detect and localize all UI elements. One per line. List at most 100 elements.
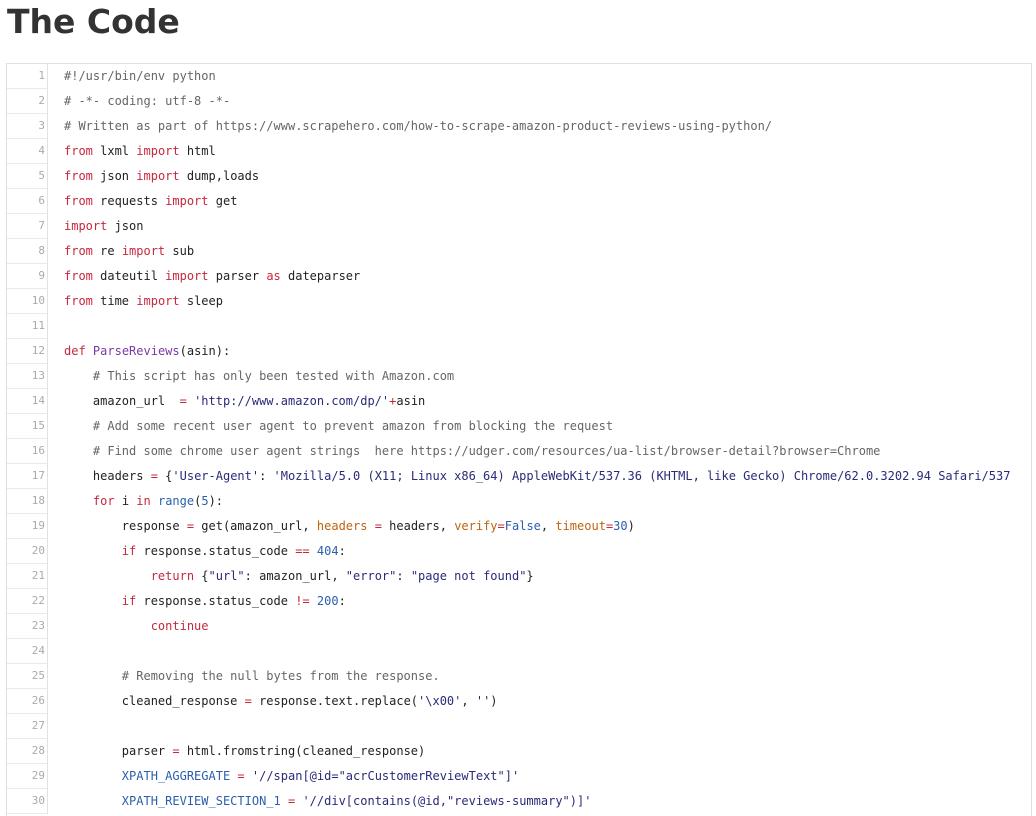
code-token: 'User-Agent' — [172, 469, 260, 483]
line-number: 2 — [7, 89, 48, 114]
code-text: cleaned_response = response.text.replace… — [64, 689, 498, 714]
code-token: = — [497, 519, 505, 533]
code-token: # Written as part of https://www.scrapeh… — [64, 119, 773, 133]
code-token: import — [64, 219, 108, 233]
code-token: timeout — [555, 519, 606, 533]
code-token: dateparser — [280, 269, 361, 283]
code-text: response = get(amazon_url, headers = hea… — [64, 514, 635, 539]
code-text: # Add some recent user agent to prevent … — [64, 414, 613, 439]
code-token: dateutil — [92, 269, 166, 283]
code-text: XPATH_REVIEW_SECTION_1 = '//div[contains… — [64, 789, 592, 814]
code-block[interactable]: 1 #!/usr/bin/env python 2 # -*- coding: utf… — [6, 63, 1032, 816]
code-token: = — [150, 469, 158, 483]
line-number: 11 — [7, 314, 48, 339]
code-token: headers — [64, 469, 151, 483]
code-token: : — [338, 594, 346, 608]
line-number: 10 — [7, 289, 48, 314]
code-token: = — [186, 519, 195, 533]
line-number: 5 — [7, 164, 48, 189]
code-text: def ParseReviews(asin): — [64, 339, 230, 364]
code-token: response — [64, 519, 187, 533]
code-line: 19 response = get(amazon_url, headers = … — [7, 514, 1031, 539]
code-line: 26 cleaned_response = response.text.repl… — [7, 689, 1031, 714]
line-number: 30 — [7, 789, 48, 814]
code-token: 404 — [316, 544, 339, 558]
code-text: parser = html.fromstring(cleaned_respons… — [64, 739, 425, 764]
line-number: 22 — [7, 589, 48, 614]
line-number: 1 — [7, 64, 48, 89]
code-token: = — [244, 694, 252, 708]
code-line: 12 def ParseReviews(asin): — [7, 339, 1031, 364]
line-number: 7 — [7, 214, 48, 239]
code-token: '//span[@id="acrCustomerReviewText"]' — [251, 769, 520, 783]
line-number: 9 — [7, 264, 48, 289]
code-token: import — [136, 294, 180, 308]
code-text: from requests import get — [64, 189, 237, 214]
code-token: amazon_url — [64, 394, 180, 408]
code-token: from — [64, 169, 93, 183]
code-token: return — [150, 569, 195, 583]
code-text: if response.status_code != 200: — [64, 589, 346, 614]
code-line: 4 from lxml import html — [7, 139, 1031, 164]
line-number: 18 — [7, 489, 48, 514]
code-line: 29 XPATH_AGGREGATE = '//span[@id="acrCus… — [7, 764, 1031, 789]
code-line: 20 if response.status_code == 404: — [7, 539, 1031, 564]
code-token: False — [504, 519, 541, 533]
code-token: '//div[contains(@id,"reviews-summary")]' — [302, 794, 592, 808]
code-line: 21 return {"url": amazon_url, "error": "… — [7, 564, 1031, 589]
code-text: # Find some chrome user agent strings he… — [64, 439, 880, 464]
code-token: requests — [92, 194, 166, 208]
code-text: amazon_url = 'http://www.amazon.com/dp/'… — [64, 389, 425, 414]
page-title: The Code — [7, 2, 180, 41]
code-token: "url" — [208, 569, 245, 583]
code-token: # This script has only been tested with … — [92, 369, 455, 383]
code-token: dump,loads — [179, 169, 260, 183]
code-token: { — [157, 469, 173, 483]
line-number: 29 — [7, 764, 48, 789]
code-line: 16 # Find some chrome user agent strings… — [7, 439, 1031, 464]
code-line: 27 — [7, 714, 1031, 739]
code-text: from json import dump,loads — [64, 164, 259, 189]
line-number: 15 — [7, 414, 48, 439]
code-token: headers, — [381, 519, 455, 533]
code-token: from — [64, 269, 93, 283]
line-number: 4 — [7, 139, 48, 164]
line-number: 3 — [7, 114, 48, 139]
code-text: # -*- coding: utf-8 -*- — [64, 89, 230, 114]
code-line: 3 # Written as part of https://www.scrape… — [7, 114, 1031, 139]
code-token: import — [165, 269, 209, 283]
code-token: time — [92, 294, 137, 308]
line-number: 12 — [7, 339, 48, 364]
code-token: verify — [454, 519, 498, 533]
code-token: continue — [150, 619, 209, 633]
code-line: 17 headers = {'User-Agent': 'Mozilla/5.0… — [7, 464, 1031, 489]
code-token: if — [121, 594, 137, 608]
code-text: continue — [64, 614, 209, 639]
code-token: response.text.replace( — [251, 694, 419, 708]
line-number: 6 — [7, 189, 48, 214]
code-token: # Add some recent user agent to prevent … — [92, 419, 614, 433]
code-token: #!/usr/bin/env python — [64, 69, 216, 83]
code-token: sub — [165, 244, 195, 258]
code-line: 18 for i in range(5): — [7, 489, 1031, 514]
code-token: { — [194, 569, 209, 583]
line-number: 21 — [7, 564, 48, 589]
code-token: : amazon_url, — [244, 569, 346, 583]
code-token: html.fromstring(cleaned_response) — [179, 744, 426, 758]
code-line: 15 # Add some recent user agent to preve… — [7, 414, 1031, 439]
code-token: re — [92, 244, 122, 258]
code-token: XPATH_REVIEW_SECTION_1 — [121, 794, 281, 808]
code-line: 8 from re import sub — [7, 239, 1031, 264]
code-token: range — [157, 494, 195, 508]
code-token: ParseReviews — [92, 344, 180, 358]
code-line: 7 import json — [7, 214, 1031, 239]
code-text: from re import sub — [64, 239, 194, 264]
